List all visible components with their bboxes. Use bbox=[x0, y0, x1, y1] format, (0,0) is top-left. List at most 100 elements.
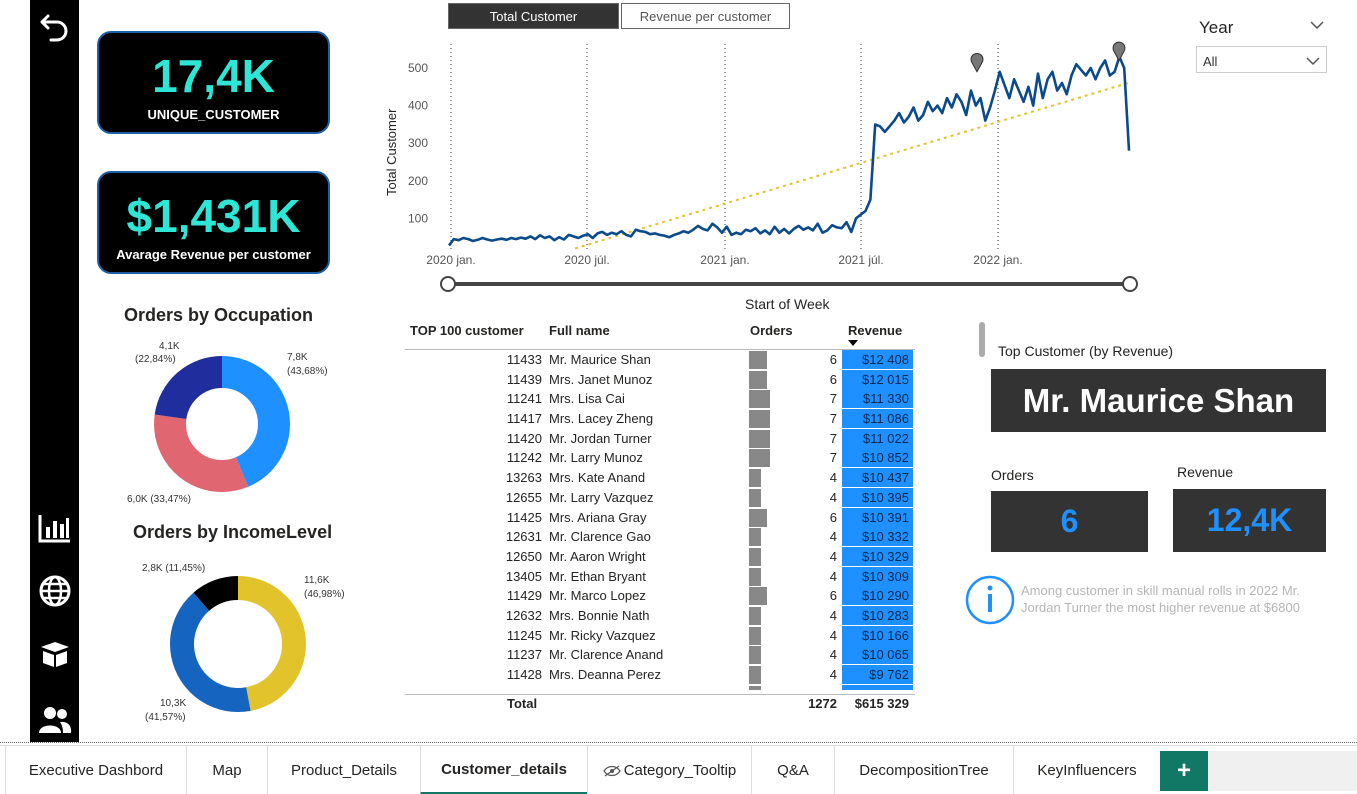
globe-icon[interactable] bbox=[34, 571, 75, 611]
tab-qa[interactable]: Q&A bbox=[751, 746, 834, 794]
orders-value: 6 bbox=[1060, 503, 1079, 539]
line-chart-ylabel: Total Customer bbox=[384, 108, 399, 196]
table-row[interactable]: 11241 Mrs. Lisa Cai 7 $11 330 bbox=[405, 389, 915, 409]
cell-revenue: $11 086 bbox=[842, 409, 913, 429]
date-range-slider-start-handle[interactable] bbox=[440, 276, 456, 292]
box-icon[interactable] bbox=[34, 634, 75, 674]
cell-orders: 7 bbox=[829, 450, 837, 466]
chevron-down-icon bbox=[1306, 57, 1320, 66]
income-donut[interactable] bbox=[166, 572, 310, 716]
map-pin-marker-icon[interactable] bbox=[1112, 41, 1126, 62]
cell-id: 11428 bbox=[506, 667, 542, 682]
tab-executive-dashbord[interactable]: Executive Dashbord bbox=[5, 746, 186, 794]
date-range-slider-end-handle[interactable] bbox=[1122, 276, 1138, 292]
line-chart-xlabel: Start of Week bbox=[745, 296, 831, 312]
tab-map[interactable]: Map bbox=[186, 746, 267, 794]
y-tick-label: 100 bbox=[408, 211, 428, 225]
cell-orders: 4 bbox=[829, 568, 837, 584]
tab-key-influencers-label: KeyInfluencers bbox=[1037, 762, 1137, 779]
occupation-donut[interactable] bbox=[150, 352, 294, 496]
table-row[interactable]: 12631 Mr. Clarence Gao 4 $10 332 bbox=[405, 527, 915, 547]
info-icon bbox=[965, 575, 1015, 625]
cell-orders: 6 bbox=[829, 509, 837, 525]
orders-databar bbox=[749, 646, 761, 665]
bar-chart-icon[interactable] bbox=[34, 508, 75, 548]
cell-name: Mr. Ethan Bryant bbox=[549, 568, 646, 584]
cell-orders: 6 bbox=[829, 352, 837, 367]
tab-decomposition-tree-label: DecompositionTree bbox=[859, 762, 989, 779]
table-row[interactable]: 11237 Mr. Clarence Anand 4 $10 065 bbox=[405, 645, 915, 665]
tab-decomposition-tree[interactable]: DecompositionTree bbox=[834, 746, 1013, 794]
table-row[interactable]: 11428 Mrs. Deanna Perez 4 $9 762 bbox=[405, 665, 915, 685]
col-header-orders[interactable]: Orders bbox=[750, 323, 793, 338]
income-donut-title: Orders by IncomeLevel bbox=[133, 522, 333, 542]
total-customer-series-line[interactable] bbox=[447, 55, 1131, 247]
table-row[interactable]: 11425 Mrs. Ariana Gray 6 $10 391 bbox=[405, 507, 915, 528]
orders-databar bbox=[749, 390, 770, 409]
cell-revenue: $10 852 bbox=[842, 448, 913, 468]
total-customer-toggle[interactable]: Total Customer bbox=[448, 3, 619, 29]
cell-id: 11429 bbox=[506, 588, 542, 604]
cell-id: 11245 bbox=[506, 627, 542, 643]
revenue-per-customer-toggle[interactable]: Revenue per customer bbox=[621, 3, 790, 29]
cell-name: Mr. Larry Munoz bbox=[549, 450, 643, 466]
col-header-name[interactable]: Full name bbox=[549, 323, 610, 338]
x-tick-label: 2022 jan. bbox=[973, 253, 1022, 267]
cell-revenue: $10 065 bbox=[842, 645, 913, 665]
table-row[interactable]: 11420 Mr. Jordan Turner 7 $11 022 bbox=[405, 428, 915, 449]
table-row-partial[interactable] bbox=[405, 684, 915, 690]
orders-databar bbox=[749, 508, 767, 527]
cell-id: 11242 bbox=[506, 450, 542, 466]
total-customer-line-chart[interactable]: 500 400 300 200 100 2020 jan. 2020 júl. 2021 j… bbox=[380, 30, 1170, 320]
cell-orders: 7 bbox=[829, 430, 837, 446]
users-icon[interactable] bbox=[34, 700, 75, 740]
cell-name: Mrs. Deanna Perez bbox=[549, 667, 661, 682]
cell-revenue: $12 015 bbox=[842, 369, 913, 389]
orders-databar bbox=[749, 528, 761, 547]
cell-id: 11241 bbox=[506, 391, 542, 407]
table-row[interactable]: 11417 Mrs. Lacey Zheng 7 $11 086 bbox=[405, 409, 915, 429]
occupation-label-2: 6,0K (33,47%) bbox=[127, 494, 191, 505]
table-row[interactable]: 12632 Mrs. Bonnie Nath 4 $10 283 bbox=[405, 605, 915, 626]
scroll-indicator[interactable] bbox=[979, 322, 985, 357]
slicer-collapse-chevron-icon[interactable] bbox=[1310, 20, 1324, 30]
cell-orders: 4 bbox=[829, 627, 837, 643]
tab-category-tooltip[interactable]: Category_Tooltip bbox=[587, 746, 751, 794]
tab-key-influencers[interactable]: KeyInfluencers bbox=[1013, 746, 1160, 794]
x-tick-label: 2021 júl. bbox=[838, 253, 883, 267]
cell-orders: 4 bbox=[829, 647, 837, 663]
table-row[interactable]: 12655 Mr. Larry Vazquez 4 $10 395 bbox=[405, 487, 915, 508]
map-pin-marker-icon[interactable] bbox=[970, 53, 984, 73]
table-row[interactable]: 11242 Mr. Larry Munoz 7 $10 852 bbox=[405, 448, 915, 468]
cell-orders: 6 bbox=[829, 588, 837, 604]
tab-product-details[interactable]: Product_Details bbox=[267, 746, 420, 794]
total-orders: 1272 bbox=[808, 696, 837, 711]
tab-map-label: Map bbox=[212, 762, 242, 779]
table-row[interactable]: 11429 Mr. Marco Lopez 6 $10 290 bbox=[405, 586, 915, 606]
table-row[interactable]: 12650 Mr. Aaron Wright 4 $10 329 bbox=[405, 546, 915, 567]
table-row[interactable]: 13405 Mr. Ethan Bryant 4 $10 309 bbox=[405, 566, 915, 587]
col-header-id[interactable]: TOP 100 customer bbox=[410, 323, 524, 338]
tab-customer-details[interactable]: Customer_details bbox=[420, 746, 587, 794]
table-row[interactable]: 11433 Mr. Maurice Shan 6 $12 408 bbox=[405, 350, 915, 370]
x-tick-label: 2020 júl. bbox=[564, 253, 609, 267]
year-slicer-dropdown[interactable]: All bbox=[1196, 46, 1327, 73]
cell-id: 11425 bbox=[506, 509, 542, 525]
cell-name: Mrs. Kate Anand bbox=[549, 470, 646, 486]
table-row[interactable]: 11439 Mrs. Janet Munoz 6 $12 015 bbox=[405, 369, 915, 390]
top-customer-title: Top Customer (by Revenue) bbox=[998, 343, 1174, 359]
table-row[interactable]: 11245 Mr. Ricky Vazquez 4 $10 166 bbox=[405, 625, 915, 646]
col-header-revenue[interactable]: Revenue bbox=[848, 323, 902, 338]
add-page-button[interactable]: + bbox=[1160, 751, 1208, 791]
back-icon[interactable] bbox=[34, 6, 75, 46]
table-body[interactable]: 11433 Mr. Maurice Shan 6 $12 408 11439 Mrs. J… bbox=[405, 349, 915, 690]
cell-orders: 4 bbox=[829, 667, 837, 682]
orders-label: Orders bbox=[991, 467, 1034, 483]
cell-revenue: $10 332 bbox=[842, 527, 913, 547]
y-tick-label: 200 bbox=[408, 174, 428, 188]
orders-databar bbox=[749, 370, 767, 389]
cell-name: Mrs. Ariana Gray bbox=[549, 509, 647, 525]
cell-orders: 4 bbox=[829, 470, 837, 486]
revenue-card: 12,4K bbox=[1173, 489, 1326, 552]
table-row[interactable]: 13263 Mrs. Kate Anand 4 $10 437 bbox=[405, 468, 915, 488]
